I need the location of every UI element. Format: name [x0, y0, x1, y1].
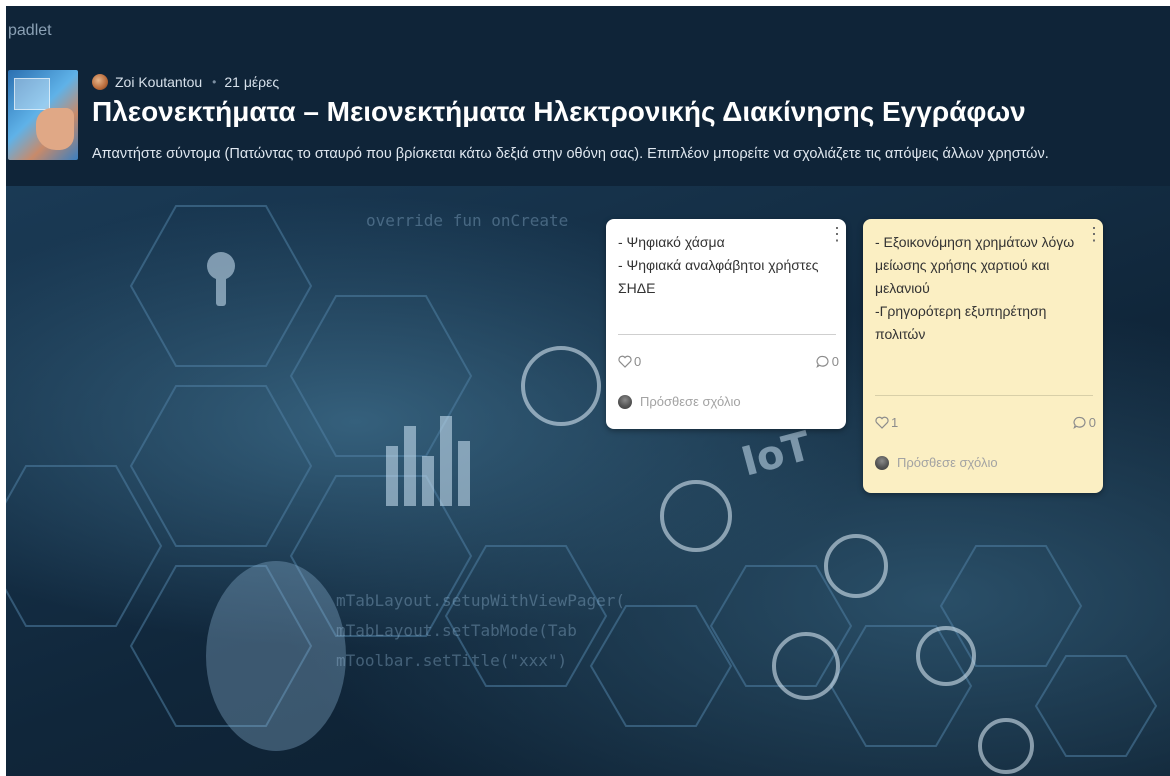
- padlet-board: padlet Zoi Koutantou • 21 μέρες Πλεονεκτ…: [6, 6, 1170, 776]
- comment-button[interactable]: 0: [1073, 415, 1096, 430]
- more-vertical-icon[interactable]: ⋮: [828, 225, 846, 243]
- card-divider: [875, 395, 1093, 396]
- post-time: 21 μέρες: [224, 74, 280, 90]
- user-avatar: [875, 455, 889, 470]
- post-card[interactable]: - Εξοικονόμηση χρημάτων λόγω μείωσης χρή…: [863, 219, 1103, 493]
- padlet-logo[interactable]: padlet: [8, 22, 52, 40]
- author-avatar[interactable]: [92, 74, 108, 90]
- heart-icon: [618, 355, 632, 368]
- board-description: Απαντήστε σύντομα (Πατώντας το σταυρό πο…: [92, 146, 1049, 162]
- like-button[interactable]: 0: [618, 354, 641, 369]
- post-reactions: 0 0: [618, 354, 839, 374]
- thumbnail-hand: [36, 108, 74, 150]
- user-avatar: [618, 394, 632, 409]
- comment-button[interactable]: 0: [816, 354, 839, 369]
- svg-text:override fun onCreate: override fun onCreate: [366, 211, 568, 230]
- board-header: padlet Zoi Koutantou • 21 μέρες Πλεονεκτ…: [6, 6, 1170, 186]
- like-count: 0: [634, 354, 642, 369]
- comment-bubble-icon: [1073, 416, 1086, 429]
- like-button[interactable]: 1: [875, 415, 898, 430]
- post-reactions: 1 0: [875, 415, 1096, 435]
- svg-text:IoT: IoT: [737, 423, 817, 486]
- post-body: - Εξοικονόμηση χρημάτων λόγω μείωσης χρή…: [875, 231, 1085, 346]
- add-comment-field[interactable]: Πρόσθεσε σχόλιο: [875, 455, 998, 470]
- add-comment-field[interactable]: Πρόσθεσε σχόλιο: [618, 394, 741, 409]
- comment-bubble-icon: [816, 355, 829, 368]
- comment-count: 0: [831, 354, 839, 369]
- card-divider: [618, 334, 836, 335]
- thumbnail-screen: [14, 78, 50, 110]
- add-comment-placeholder: Πρόσθεσε σχόλιο: [640, 394, 741, 409]
- post-line: - Ψηφιακά αναλφάβητοι χρήστες ΣΗΔΕ: [618, 257, 819, 296]
- post-card[interactable]: - Ψηφιακό χάσμα - Ψηφιακά αναλφάβητοι χρ…: [606, 219, 846, 429]
- author-name[interactable]: Zoi Koutantou: [115, 74, 202, 90]
- svg-text:mToolbar.setTitle("xxx"): mToolbar.setTitle("xxx"): [336, 651, 567, 670]
- more-vertical-icon[interactable]: ⋮: [1085, 225, 1103, 243]
- like-count: 1: [891, 415, 899, 430]
- author-row: Zoi Koutantou • 21 μέρες: [92, 72, 279, 92]
- post-line: -Γρηγορότερη εξυπηρέτηση πολιτών: [875, 303, 1047, 342]
- comment-count: 0: [1088, 415, 1096, 430]
- post-line: - Ψηφιακό χάσμα: [618, 234, 725, 250]
- post-line: - Εξοικονόμηση χρημάτων λόγω μείωσης χρή…: [875, 234, 1075, 296]
- board-thumbnail: [8, 70, 78, 160]
- svg-text:mTabLayout.setupWithViewPager(: mTabLayout.setupWithViewPager(: [336, 591, 625, 610]
- heart-icon: [875, 416, 889, 429]
- post-body: - Ψηφιακό χάσμα - Ψηφιακά αναλφάβητοι χρ…: [618, 231, 828, 300]
- board-title: Πλεονεκτήματα – Μειονεκτήματα Ηλεκτρονικ…: [92, 96, 1026, 127]
- add-comment-placeholder: Πρόσθεσε σχόλιο: [897, 455, 998, 470]
- svg-text:mTabLayout.setTabMode(Tab: mTabLayout.setTabMode(Tab: [336, 621, 577, 640]
- meta-separator: •: [212, 75, 217, 89]
